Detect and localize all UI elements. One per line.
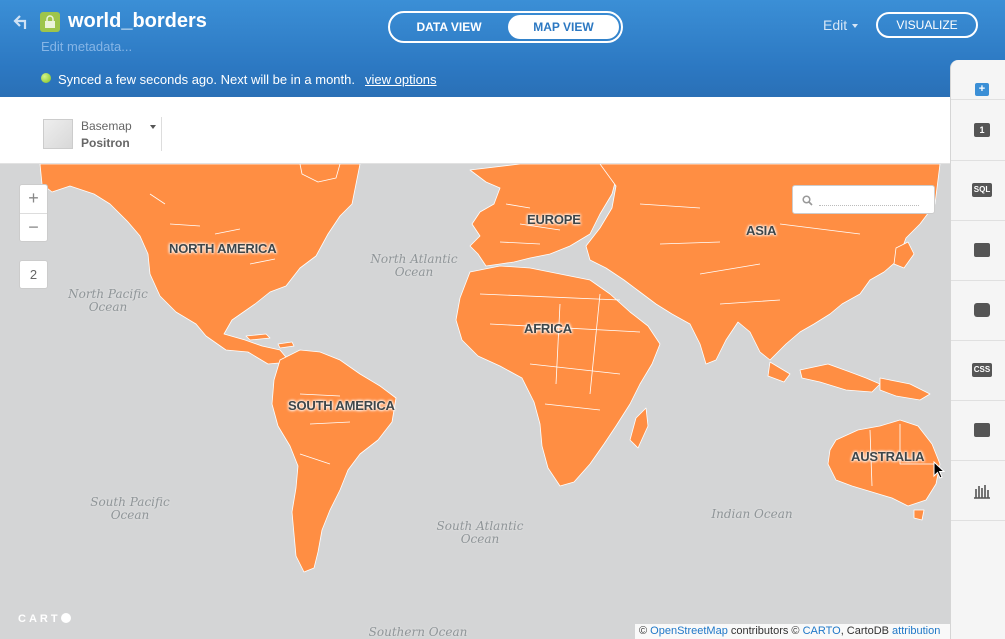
carto-logo: CART	[18, 613, 71, 625]
add-layer-icon: +	[975, 83, 989, 96]
carto-link[interactable]: CARTO	[803, 625, 841, 637]
world-borders-layer	[39, 164, 941, 573]
table-title[interactable]: world_borders	[68, 10, 207, 33]
header: world_borders Edit metadata... Synced a …	[0, 0, 1005, 97]
search-input-line	[819, 205, 919, 206]
zoom-level-indicator: 2	[19, 260, 48, 289]
continent-label: SOUTH AMERICA	[288, 398, 395, 413]
visualize-button[interactable]: VISUALIZE	[876, 12, 978, 38]
lock-icon	[40, 12, 60, 32]
ocean-label: South Pacific Ocean	[90, 495, 170, 522]
zoom-out-button[interactable]: −	[20, 214, 47, 243]
sidebar-item-infowindow[interactable]	[951, 281, 1005, 341]
basemap-dropdown-icon[interactable]	[150, 125, 156, 129]
continent-label: AFRICA	[524, 321, 572, 336]
css-icon: CSS	[972, 363, 992, 377]
sync-status-text: Synced a few seconds ago. Next will be i…	[58, 72, 355, 87]
map-canvas[interactable]: North Atlantic Ocean North Pacific Ocean S…	[0, 164, 950, 639]
view-toggle: DATA VIEW MAP VIEW	[388, 11, 623, 43]
right-sidebar: + 1 SQL CSS	[950, 60, 1005, 639]
tab-map-view[interactable]: MAP VIEW	[508, 15, 619, 39]
continent-label: EUROPE	[527, 212, 581, 227]
search-icon	[802, 195, 813, 206]
basemap-label[interactable]: Basemap	[81, 119, 132, 133]
ocean-label: Indian Ocean	[711, 507, 793, 521]
chevron-down-icon	[852, 24, 858, 28]
tab-data-view[interactable]: DATA VIEW	[392, 15, 506, 39]
sidebar-item-wizard[interactable]	[951, 221, 1005, 281]
cartodb-attribution-link[interactable]: attribution	[892, 625, 940, 637]
view-options-link[interactable]: view options	[365, 72, 437, 87]
sync-status-dot-icon	[41, 73, 51, 83]
basemap-value[interactable]: Positron	[81, 136, 130, 150]
sidebar-item-css[interactable]: CSS	[951, 341, 1005, 401]
filters-icon	[974, 485, 990, 499]
back-arrow-icon[interactable]	[13, 14, 31, 30]
continent-label: ASIA	[746, 223, 777, 238]
continent-label: AUSTRALIA	[851, 449, 925, 464]
ocean-label: North Pacific Ocean	[68, 287, 148, 314]
toolbar-divider	[161, 117, 162, 151]
sidebar-item-legend[interactable]	[951, 401, 1005, 461]
continent-label: NORTH AMERICA	[169, 241, 277, 256]
ocean-label: South Atlantic Ocean	[436, 519, 524, 546]
ocean-label: North Atlantic Ocean	[370, 252, 458, 279]
map-toolbar: Basemap Positron	[0, 97, 950, 164]
layer-number-icon: 1	[974, 123, 990, 137]
infowindow-icon	[974, 303, 990, 317]
add-layer-button[interactable]: +	[951, 60, 1005, 100]
sidebar-item-layer[interactable]: 1	[951, 101, 1005, 161]
legend-icon	[974, 423, 990, 437]
edit-menu-button[interactable]: Edit	[823, 17, 847, 33]
zoom-control: + −	[19, 184, 48, 242]
sql-icon: SQL	[972, 183, 992, 197]
basemap-thumbnail[interactable]	[43, 119, 73, 149]
map-search-input[interactable]	[792, 185, 935, 214]
wizard-icon	[974, 243, 990, 257]
edit-metadata-link[interactable]: Edit metadata...	[41, 39, 132, 54]
zoom-in-button[interactable]: +	[20, 185, 47, 214]
openstreetmap-link[interactable]: OpenStreetMap	[650, 625, 728, 637]
mouse-cursor-icon	[933, 461, 945, 479]
sidebar-item-sql[interactable]: SQL	[951, 161, 1005, 221]
sidebar-item-filters[interactable]	[951, 461, 1005, 521]
map-attribution: © OpenStreetMap contributors © CARTO, Ca…	[635, 624, 950, 639]
ocean-label: Southern Ocean	[368, 625, 468, 639]
